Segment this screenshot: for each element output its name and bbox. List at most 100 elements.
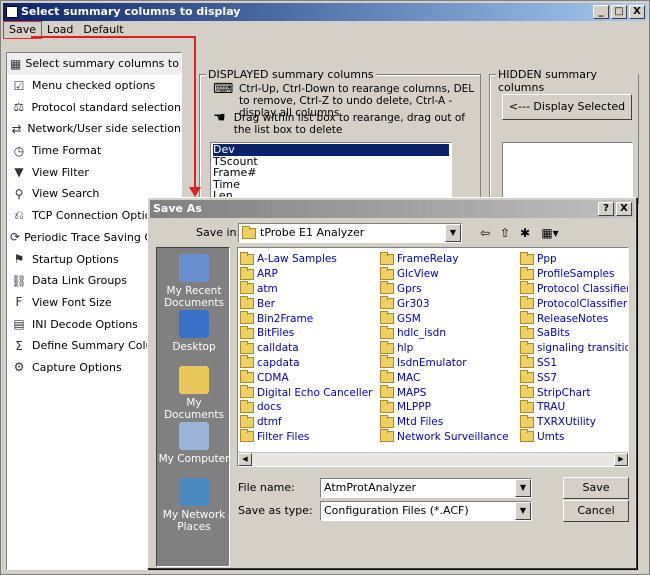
folder-item[interactable]: hlp (380, 340, 518, 356)
folder-icon (520, 414, 534, 428)
folder-item[interactable]: GlcView (380, 266, 518, 282)
list-item[interactable]: Dev (213, 144, 449, 156)
nav-item[interactable]: ⚖ Protocol standard selection (7, 96, 181, 118)
folder-item[interactable]: capdata (240, 355, 378, 371)
folder-item[interactable]: Gprs (380, 281, 518, 297)
chevron-down-icon[interactable]: ▼ (515, 502, 531, 520)
nav-item-label: Startup Options (32, 252, 119, 266)
hint-drag: ☚ Drag within list box to rearange, drag… (213, 111, 477, 136)
maximize-button[interactable]: □ (611, 5, 627, 19)
new-folder-icon[interactable]: ✱ (516, 225, 534, 241)
file-list[interactable]: ◀ ▶ A-Law Samples ARP atm Ber Bin2Frame BitFi… (237, 247, 629, 467)
folder-name: IsdnEmulator (397, 356, 467, 369)
folder-name: signaling transitions (537, 342, 628, 355)
folder-item[interactable]: ProfileSamples (520, 266, 628, 282)
folder-item[interactable]: Protocol Classifier Raw (520, 281, 628, 297)
horizontal-scrollbar[interactable]: ◀ ▶ (238, 452, 628, 466)
list-item[interactable]: Time (213, 178, 449, 191)
folder-item[interactable]: Gr303 (380, 296, 518, 311)
folder-item[interactable]: Ppp (520, 252, 628, 267)
chevron-down-icon[interactable]: ▼ (445, 224, 461, 242)
file-name-input[interactable]: AtmProtAnalyzer ▼ (320, 478, 532, 498)
save-button[interactable]: Save (563, 477, 629, 499)
folder-item[interactable]: IsdnEmulator (380, 355, 518, 371)
folder-item[interactable]: SS1 (520, 355, 628, 371)
nav-item-label: TCP Connection Options (32, 209, 165, 223)
up-folder-icon[interactable]: ⇧ (496, 225, 514, 241)
folder-icon (520, 370, 534, 384)
place-network[interactable]: My Network Places (157, 478, 231, 533)
folder-item[interactable]: ProtocolClassifier (520, 296, 628, 311)
folder-item[interactable]: FrameRelay (380, 252, 518, 267)
folder-item[interactable]: SS7 (520, 370, 628, 385)
folder-item[interactable]: TRAU (520, 399, 628, 415)
scroll-left-icon[interactable]: ◀ (238, 453, 252, 466)
folder-item[interactable]: Bin2Frame (240, 311, 378, 326)
display-selected-button[interactable]: <--- Display Selected (502, 94, 632, 120)
folder-item[interactable]: TXRXUtility (520, 414, 628, 430)
folder-name: Mtd Files (397, 416, 444, 429)
folder-item[interactable]: MLPPP (380, 399, 518, 415)
folder-item[interactable]: Mtd Files (380, 414, 518, 430)
save-type-select[interactable]: Configuration Files (*.ACF) ▼ (320, 501, 532, 521)
place-computer[interactable]: My Computer (157, 422, 231, 465)
back-icon[interactable]: ⇦ (476, 225, 494, 241)
folder-item[interactable]: Digital Echo Canceller (240, 385, 378, 400)
folder-item[interactable]: calldata (240, 340, 378, 356)
folder-item[interactable]: GSM (380, 311, 518, 326)
folder-item[interactable]: dtmf (240, 414, 378, 430)
nav-item[interactable]: ▦Select summary columns to display (7, 53, 181, 75)
cancel-button[interactable]: Cancel (563, 500, 629, 522)
folder-item[interactable]: ReleaseNotes (520, 311, 628, 326)
folder-item[interactable]: Network Surveillance (380, 429, 518, 445)
capture-icon: ⚙ (13, 360, 25, 375)
displayed-columns-list[interactable]: Dev TScount Frame# Time Len (210, 142, 452, 200)
folder-item[interactable]: docs (240, 399, 378, 415)
save-in-combo[interactable]: tProbe E1 Analyzer ▼ (238, 223, 462, 243)
folder-name: atm (257, 282, 278, 295)
folder-item[interactable]: StripChart (520, 385, 628, 400)
folder-name: GlcView (397, 268, 439, 281)
folder-item[interactable]: SaBits (520, 325, 628, 341)
folder-item[interactable]: MAPS (380, 385, 518, 400)
folder-icon (240, 429, 254, 443)
minimize-button[interactable]: _ (593, 5, 609, 19)
folder-item[interactable]: hdlc_isdn (380, 325, 518, 341)
folder-name: Gprs (397, 282, 422, 295)
place-desktop[interactable]: Desktop (157, 310, 231, 353)
dialog-titlebar: Save As ? X (150, 200, 634, 218)
nav-item[interactable]: ⇄ Network/User side selection (7, 118, 181, 140)
folder-item[interactable]: BitFiles (240, 325, 378, 341)
scroll-right-icon[interactable]: ▶ (614, 453, 628, 466)
periodic-save-icon: ⟳ (10, 230, 21, 245)
folder-item[interactable]: ARP (240, 266, 378, 282)
dialog-close-button[interactable]: X (616, 202, 632, 216)
nav-item[interactable]: ☑ Menu checked options (7, 75, 181, 97)
place-recent[interactable]: My Recent Documents (157, 254, 231, 309)
folder-item[interactable]: MAC (380, 370, 518, 385)
close-button[interactable]: X (629, 5, 645, 19)
app-icon (6, 6, 18, 18)
folder-item[interactable]: signaling transitions (520, 340, 628, 356)
view-menu-icon[interactable]: ▦▾ (538, 225, 562, 241)
folder-item[interactable]: A-Law Samples (240, 252, 378, 267)
folder-icon (240, 340, 254, 354)
nav-item-label: Network/User side selection (27, 122, 181, 136)
place-documents[interactable]: My Documents (157, 366, 231, 421)
file-name-label: File name: (238, 481, 295, 494)
folder-item[interactable]: CDMA (240, 370, 378, 385)
nav-item-label: Select summary columns to display (25, 57, 181, 71)
folder-icon (380, 266, 394, 280)
help-button[interactable]: ? (598, 202, 614, 216)
folder-item[interactable]: Filter Files (240, 429, 378, 445)
chevron-down-icon[interactable]: ▼ (515, 479, 531, 497)
list-item[interactable]: Frame# (213, 167, 449, 179)
folder-item[interactable]: atm (240, 281, 378, 297)
file-name-value: AtmProtAnalyzer (324, 481, 416, 494)
hidden-columns-list[interactable] (502, 142, 633, 200)
nav-item[interactable]: ◷ Time Format (7, 140, 181, 162)
main-titlebar: Select summary columns to display _ □ X (3, 3, 647, 21)
nav-item[interactable]: ▼ View Filter (7, 161, 181, 183)
folder-item[interactable]: Ber (240, 296, 378, 311)
folder-item[interactable]: Umts (520, 429, 628, 445)
